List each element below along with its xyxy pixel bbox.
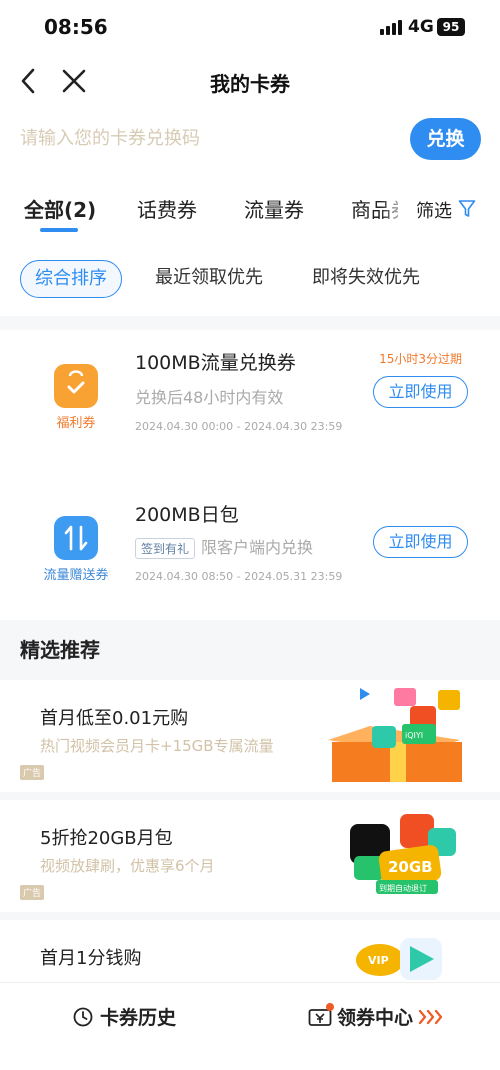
signal-icon bbox=[380, 20, 402, 35]
tab-data[interactable]: 流量券 bbox=[244, 194, 304, 223]
gift-box-icon: iQIYI bbox=[328, 688, 462, 782]
coupon-history-label: 卡券历史 bbox=[100, 1007, 177, 1029]
promo-subtitle: 视频放肆刷，优惠享6个月 bbox=[40, 857, 215, 875]
active-tab-indicator bbox=[40, 228, 78, 232]
promo-art-text: 20GB bbox=[388, 858, 433, 876]
promo-card[interactable]: 5折抢20GB月包 视频放肆刷，优惠享6个月 广告 20GB 到期自动退订 bbox=[0, 800, 500, 912]
use-now-button[interactable]: 立即使用 bbox=[373, 526, 468, 558]
redeem-code-input[interactable] bbox=[20, 118, 405, 158]
app-bundle-icon: 20GB 到期自动退订 bbox=[350, 814, 456, 894]
sort-options: 综合排序 最近领取优先 即将失效优先 bbox=[0, 244, 500, 316]
filter-label: 筛选 bbox=[416, 201, 452, 222]
tab-all[interactable]: 全部(2) bbox=[24, 194, 96, 223]
page-title: 我的卡券 bbox=[210, 72, 290, 96]
triple-chevron-right-icon bbox=[418, 1009, 443, 1024]
coupon-description: 兑换后48小时内有效 bbox=[135, 388, 284, 407]
coupon-type-label: 流量赠送券 bbox=[43, 568, 109, 583]
sort-comprehensive[interactable]: 综合排序 bbox=[20, 260, 122, 298]
coupon-card: 流量赠送券 200MB日包 签到有礼 限客户端内兑换 立即使用 2024.04.3… bbox=[0, 480, 500, 620]
promo-title: 首月低至0.01元购 bbox=[40, 708, 189, 729]
filter-button[interactable]: 筛选 bbox=[398, 170, 500, 244]
gift-bag-icon bbox=[54, 364, 98, 408]
status-time: 08:56 bbox=[44, 15, 108, 39]
expire-countdown: 15小时3分过期 bbox=[379, 352, 462, 366]
coupon-validity: 2024.04.30 08:50 - 2024.05.31 23:59 bbox=[135, 570, 343, 583]
data-transfer-icon bbox=[54, 516, 98, 560]
coupon-center-button[interactable]: 领券中心 bbox=[308, 1002, 444, 1030]
coupon-center-label: 领券中心 bbox=[337, 1007, 414, 1029]
coupon-description: 限客户端内兑换 bbox=[201, 538, 314, 557]
use-now-button[interactable]: 立即使用 bbox=[373, 376, 468, 408]
notification-dot bbox=[326, 1002, 334, 1011]
coupon-title: 100MB流量兑换券 bbox=[135, 352, 296, 374]
vip-badge-text: VIP bbox=[368, 954, 389, 967]
bottom-bar: 卡券历史 领券中心 bbox=[0, 982, 500, 1070]
coupon-card: 福利券 100MB流量兑换券 15小时3分过期 兑换后48小时内有效 立即使用 … bbox=[0, 330, 500, 480]
coupon-description-row: 签到有礼 限客户端内兑换 bbox=[135, 534, 313, 559]
sort-expiring[interactable]: 即将失效优先 bbox=[298, 260, 434, 298]
vip-icon: VIP bbox=[356, 938, 442, 980]
ad-badge: 广告 bbox=[20, 885, 45, 900]
redeem-button[interactable]: 兑换 bbox=[410, 118, 481, 160]
promo-card[interactable]: 首月1分钱购 VIP bbox=[0, 920, 500, 982]
history-clock-icon bbox=[73, 1007, 93, 1026]
coupon-tag: 签到有礼 bbox=[135, 538, 196, 559]
funnel-icon bbox=[458, 200, 476, 217]
promo-title: 5折抢20GB月包 bbox=[40, 828, 173, 849]
coupon-ticket-icon bbox=[308, 1002, 334, 1028]
coupon-history-button[interactable]: 卡券历史 bbox=[72, 1003, 176, 1030]
recommend-section-title: 精选推荐 bbox=[20, 638, 100, 662]
promo-subtitle: 热门视频会员月卡+15GB专属流量 bbox=[40, 737, 274, 755]
coupon-title: 200MB日包 bbox=[135, 504, 239, 526]
coupon-type-label: 福利券 bbox=[56, 416, 96, 431]
coupon-validity: 2024.04.30 00:00 - 2024.04.30 23:59 bbox=[135, 420, 343, 433]
nav-bar: 我的卡券 bbox=[0, 56, 500, 106]
network-type: 4G bbox=[408, 17, 434, 37]
tab-phone-fee[interactable]: 话费券 bbox=[137, 194, 197, 223]
coupon-tabs: 全部(2) 话费券 流量券 商品券 筛选 bbox=[0, 170, 500, 244]
status-bar: 08:56 4G 95 bbox=[0, 0, 500, 56]
redeem-row: 兑换 bbox=[0, 106, 500, 170]
sort-recent[interactable]: 最近领取优先 bbox=[141, 260, 277, 298]
svg-text:iQIYI: iQIYI bbox=[405, 731, 423, 740]
promo-title: 首月1分钱购 bbox=[40, 948, 142, 969]
battery-icon: 95 bbox=[437, 18, 465, 36]
promo-card[interactable]: 首月低至0.01元购 热门视频会员月卡+15GB专属流量 广告 iQIYI bbox=[0, 680, 500, 792]
promo-art-caption: 到期自动退订 bbox=[379, 883, 427, 893]
ad-badge: 广告 bbox=[20, 765, 45, 780]
